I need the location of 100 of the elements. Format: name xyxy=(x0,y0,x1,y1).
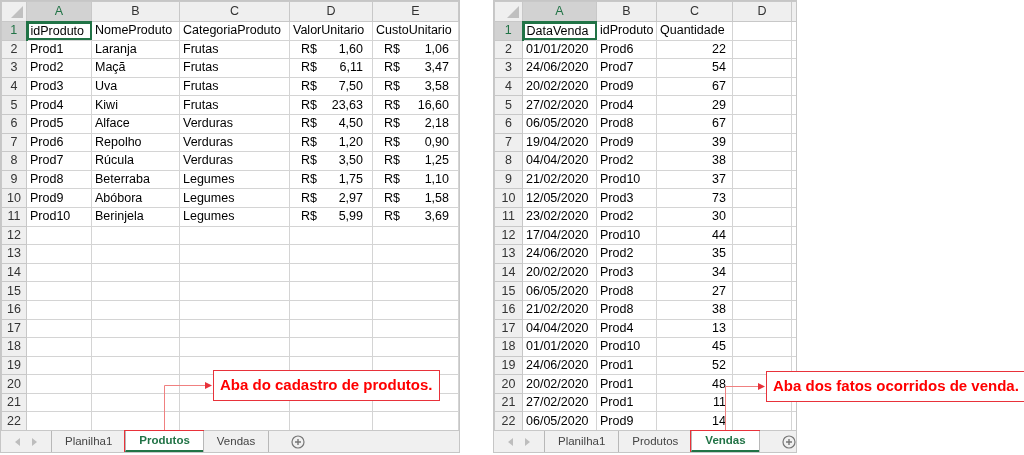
table-cell: Verduras xyxy=(179,114,290,134)
currency-symbol: R$ xyxy=(301,78,317,95)
column-header[interactable]: E xyxy=(372,1,459,22)
sheet-tab[interactable]: Vendas xyxy=(202,431,269,452)
table-cell: Prod6 xyxy=(596,40,657,59)
table-cell: 11 xyxy=(656,393,733,412)
table-cell: DataVenda xyxy=(522,21,597,41)
currency-symbol: R$ xyxy=(384,171,400,188)
table-cell: Prod2 xyxy=(596,244,657,264)
plus-icon xyxy=(291,434,306,449)
amount: 4,50 xyxy=(338,115,363,133)
connector-arrow xyxy=(725,383,765,431)
table-cell: Quantidade xyxy=(656,21,733,41)
table-cell: 20/02/2020 xyxy=(522,263,597,282)
table-cell: Prod1 xyxy=(26,40,92,59)
column-header[interactable]: D xyxy=(732,1,792,22)
sheet-tab[interactable]: Planilha1 xyxy=(544,431,619,452)
currency-symbol: R$ xyxy=(301,41,317,58)
table-cell: CategoriaProduto xyxy=(179,21,290,41)
scroll-left-icon[interactable] xyxy=(508,437,513,446)
table-cell: Frutas xyxy=(179,77,290,96)
select-all-icon[interactable] xyxy=(11,5,23,18)
table-cell: Prod1 xyxy=(596,374,657,394)
amount: 5,99 xyxy=(338,208,363,226)
amount: 0,90 xyxy=(424,134,449,151)
amount: 16,60 xyxy=(417,96,449,114)
table-cell: 23/02/2020 xyxy=(522,207,597,227)
table-cell: Prod6 xyxy=(26,133,92,152)
table-cell: Legumes xyxy=(179,207,290,227)
select-all-icon[interactable] xyxy=(507,5,519,18)
amount: 3,50 xyxy=(338,152,363,170)
table-cell: 67 xyxy=(656,77,733,96)
column-header[interactable]: C xyxy=(656,1,733,22)
currency-symbol: R$ xyxy=(301,59,317,77)
scroll-right-icon[interactable] xyxy=(525,437,530,446)
table-cell: 06/05/2020 xyxy=(522,114,597,134)
amount: 2,97 xyxy=(338,189,363,207)
table-cell: Prod8 xyxy=(596,300,657,319)
currency-symbol: R$ xyxy=(384,41,400,58)
table-cell: 27/02/2020 xyxy=(522,95,597,115)
table-cell: 54 xyxy=(656,58,733,78)
table-cell: 01/01/2020 xyxy=(522,337,597,357)
scroll-right-icon[interactable] xyxy=(32,437,37,446)
table-cell: 20/02/2020 xyxy=(522,77,597,96)
table-cell: Prod4 xyxy=(26,95,92,115)
table-cell: Prod9 xyxy=(26,188,92,208)
currency-symbol: R$ xyxy=(384,134,400,151)
currency-symbol: R$ xyxy=(384,78,400,95)
table-cell: Laranja xyxy=(91,40,180,59)
callout-label: Aba do cadastro de produtos. xyxy=(213,370,440,401)
column-header[interactable]: B xyxy=(596,1,657,22)
table-cell: 30 xyxy=(656,207,733,227)
currency-symbol: R$ xyxy=(301,189,317,207)
table-cell: Prod9 xyxy=(596,77,657,96)
table-cell: Kiwi xyxy=(91,95,180,115)
table-cell: idProduto xyxy=(26,21,92,41)
column-header[interactable]: A xyxy=(522,1,597,22)
currency-symbol: R$ xyxy=(301,171,317,188)
table-cell: 35 xyxy=(656,244,733,264)
table-cell: Frutas xyxy=(179,40,290,59)
amount: 7,50 xyxy=(338,78,363,95)
table-cell: 67 xyxy=(656,114,733,134)
table-cell: 01/01/2020 xyxy=(522,40,597,59)
table-cell: CustoUnitario xyxy=(372,21,459,41)
connector-arrow xyxy=(164,382,212,431)
column-header[interactable]: B xyxy=(91,1,180,22)
table-cell: Prod10 xyxy=(596,170,657,189)
amount: 1,25 xyxy=(424,152,449,170)
table-cell: Prod10 xyxy=(26,207,92,227)
amount: 1,10 xyxy=(424,171,449,188)
table-cell: 06/05/2020 xyxy=(522,281,597,301)
column-header[interactable]: C xyxy=(179,1,290,22)
table-cell: 34 xyxy=(656,263,733,282)
sheet-tab[interactable]: Produtos xyxy=(125,431,203,452)
amount: 23,63 xyxy=(331,96,363,114)
table-cell: Berinjela xyxy=(91,207,180,227)
table-cell: Prod10 xyxy=(596,226,657,245)
currency-symbol: R$ xyxy=(301,208,317,226)
table-cell: Prod8 xyxy=(596,114,657,134)
amount: 1,75 xyxy=(338,171,363,188)
column-header[interactable]: A xyxy=(26,1,92,22)
table-cell: Frutas xyxy=(179,58,290,78)
scroll-left-icon[interactable] xyxy=(15,437,20,446)
table-cell: Prod4 xyxy=(596,319,657,338)
table-cell: Prod2 xyxy=(596,207,657,227)
table-cell: 27 xyxy=(656,281,733,301)
currency-symbol: R$ xyxy=(384,115,400,133)
currency-symbol: R$ xyxy=(301,115,317,133)
table-cell: idProduto xyxy=(596,21,657,41)
table-cell: 24/06/2020 xyxy=(522,58,597,78)
sheet-tab[interactable]: Vendas xyxy=(691,431,759,452)
table-cell: 12/05/2020 xyxy=(522,188,597,208)
column-header[interactable]: D xyxy=(289,1,373,22)
table-cell: 48 xyxy=(656,374,733,394)
table-cell: Rúcula xyxy=(91,151,180,171)
table-cell: 45 xyxy=(656,337,733,357)
table-cell: Verduras xyxy=(179,151,290,171)
table-cell: 27/02/2020 xyxy=(522,393,597,412)
table-cell: 44 xyxy=(656,226,733,245)
currency-symbol: R$ xyxy=(301,134,317,151)
